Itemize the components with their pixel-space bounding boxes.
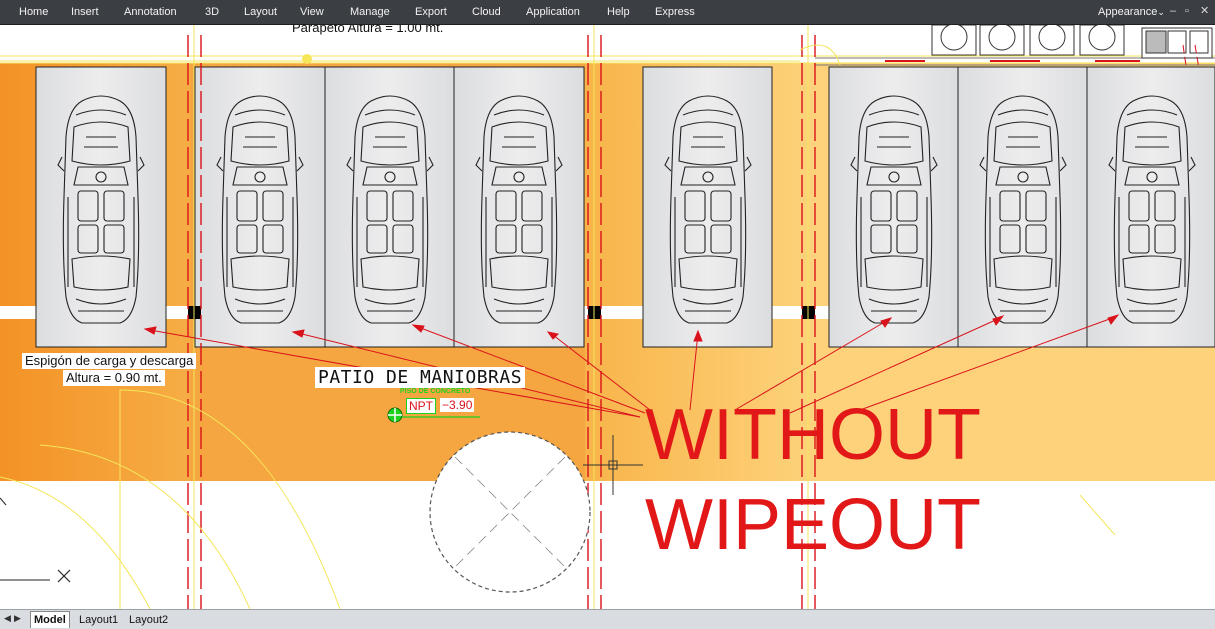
annotation-line2: WIPEOUT — [645, 485, 981, 565]
appearance-label: Appearance — [1098, 6, 1158, 18]
annotation-line1: WITHOUT — [645, 395, 981, 475]
level-value: −3.90 — [440, 398, 475, 412]
menu-export[interactable]: Export — [415, 0, 447, 24]
drawing-svg — [0, 25, 1215, 609]
close-icon[interactable]: ✕ — [1200, 0, 1209, 24]
tab-scroll-right-icon[interactable]: ▶ — [14, 613, 21, 624]
grip-point[interactable] — [302, 54, 312, 64]
drawing-canvas[interactable]: Parapeto Altura = 1.00 mt. Espigón de ca… — [0, 25, 1215, 609]
menu-manage[interactable]: Manage — [350, 0, 390, 24]
menu-3d[interactable]: 3D — [205, 0, 219, 24]
dock-label-line2: Altura = 0.90 mt. — [63, 370, 165, 386]
minimize-icon[interactable]: – — [1170, 0, 1176, 24]
menu-express[interactable]: Express — [655, 0, 695, 24]
level-prefix: NPT — [406, 398, 436, 414]
menu-home[interactable]: Home — [19, 0, 48, 24]
tab-layout2[interactable]: Layout2 — [126, 612, 171, 628]
appearance-menu[interactable]: Appearance⌄ — [1098, 0, 1165, 24]
menu-cloud[interactable]: Cloud — [472, 0, 501, 24]
layout-tab-bar: ◀ ▶ Model Layout1 Layout2 — [0, 609, 1215, 629]
menu-help[interactable]: Help — [607, 0, 630, 24]
restore-icon[interactable]: ▫ — [1185, 0, 1189, 24]
chevron-down-icon: ⌄ — [1157, 7, 1165, 17]
menu-annotation[interactable]: Annotation — [124, 0, 177, 24]
menu-application[interactable]: Application — [526, 0, 580, 24]
floor-tag: PISO DE CONCRETO — [400, 388, 471, 395]
dock-label-line1: Espigón de carga y descarga — [22, 353, 197, 369]
ribbon-menu-bar: Home Insert Annotation 3D Layout View Ma… — [0, 0, 1215, 25]
tab-layout1[interactable]: Layout1 — [76, 612, 121, 628]
menu-insert[interactable]: Insert — [71, 0, 99, 24]
tab-model[interactable]: Model — [30, 611, 70, 628]
tab-scroll-left-icon[interactable]: ◀ — [4, 613, 11, 624]
parapet-label: Parapeto Altura = 1.00 mt. — [290, 25, 446, 35]
yard-title: PATIO DE MANIOBRAS — [315, 367, 526, 388]
menu-layout[interactable]: Layout — [244, 0, 277, 24]
menu-view[interactable]: View — [300, 0, 324, 24]
